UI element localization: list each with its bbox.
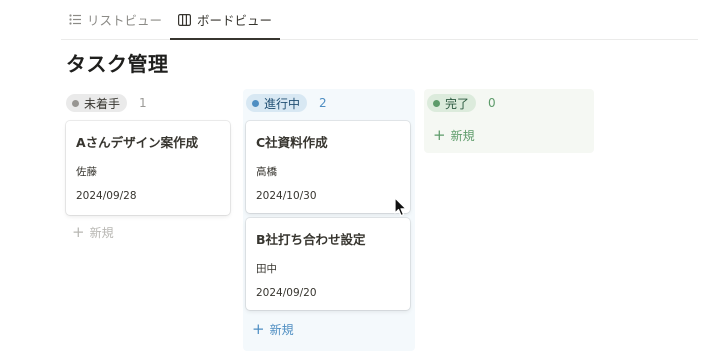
plus-icon: + — [72, 222, 85, 241]
new-card-label: 新規 — [89, 225, 114, 240]
card-count: 1 — [139, 96, 147, 110]
tab-board-view-label: ボードビュー — [197, 13, 273, 28]
card-assignee: 高橋 — [256, 166, 277, 178]
card-assignee: 田中 — [256, 263, 277, 275]
card-date: 2024/09/20 — [256, 287, 317, 299]
new-card-label: 新規 — [269, 322, 294, 337]
plus-icon: + — [252, 319, 265, 338]
new-card-button[interactable]: + 新規 — [252, 320, 294, 338]
task-card[interactable]: B社打ち合わせ設定 田中 2024/09/20 — [246, 218, 410, 310]
status-dot-icon — [72, 99, 79, 107]
board-column-done: 完了 0 + 新規 — [424, 89, 594, 153]
tab-list-view[interactable]: リストビュー — [61, 0, 170, 39]
card-date: 2024/10/30 — [256, 190, 317, 202]
tab-list-view-label: リストビュー — [87, 13, 163, 28]
board-page: リストビュー ボードビュー タスク管理 未着手 1 Aさんデザイン案作成 佐藤 … — [0, 0, 712, 356]
page-title: タスク管理 — [66, 52, 169, 76]
plus-icon: + — [433, 125, 446, 144]
card-title: Aさんデザイン案作成 — [76, 135, 199, 150]
column-header: 未着手 1 — [66, 93, 147, 113]
status-badge[interactable]: 進行中 — [246, 94, 308, 112]
list-icon — [69, 14, 81, 25]
status-label: 完了 — [445, 96, 470, 111]
column-header: 進行中 2 — [246, 93, 327, 113]
task-card[interactable]: Aさんデザイン案作成 佐藤 2024/09/28 — [66, 121, 230, 215]
new-card-button[interactable]: + 新規 — [433, 126, 475, 144]
view-tabs: リストビュー ボードビュー — [61, 0, 698, 40]
tab-board-view[interactable]: ボードビュー — [170, 0, 281, 40]
column-header: 完了 0 — [427, 93, 496, 113]
board-column-in-progress: 進行中 2 C社資料作成 高橋 2024/10/30 B社打ち合わせ設定 田中 … — [243, 89, 415, 351]
card-count: 2 — [319, 96, 327, 110]
status-badge[interactable]: 完了 — [427, 94, 477, 112]
new-card-button[interactable]: + 新規 — [72, 223, 114, 241]
task-card[interactable]: C社資料作成 高橋 2024/10/30 — [246, 121, 410, 213]
status-label: 進行中 — [264, 96, 301, 111]
board-column-todo: 未着手 1 Aさんデザイン案作成 佐藤 2024/09/28 + 新規 — [63, 89, 233, 259]
status-dot-icon — [252, 99, 259, 107]
new-card-label: 新規 — [450, 128, 475, 143]
card-title: C社資料作成 — [256, 135, 328, 150]
status-label: 未着手 — [84, 96, 121, 111]
card-count: 0 — [488, 96, 496, 110]
card-date: 2024/09/28 — [76, 190, 137, 202]
card-assignee: 佐藤 — [76, 166, 97, 178]
status-dot-icon — [433, 99, 440, 107]
board-icon — [178, 13, 192, 26]
status-badge[interactable]: 未着手 — [66, 94, 128, 112]
card-title: B社打ち合わせ設定 — [256, 232, 366, 247]
mouse-cursor-icon — [394, 197, 407, 217]
